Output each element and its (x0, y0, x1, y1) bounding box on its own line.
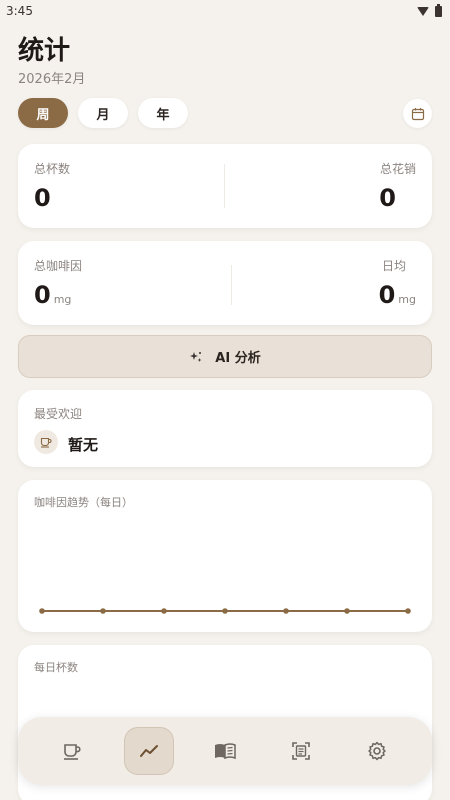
battery-icon (435, 3, 442, 17)
sparkle-icon (190, 351, 202, 362)
favorite-label: 最受欢迎 (34, 407, 83, 421)
coffee-cup-icon (64, 744, 81, 760)
caffeine-data-point (222, 608, 228, 614)
caffeine-trend-card: 咖啡因趋势（每日） (18, 480, 432, 632)
wifi-icon (417, 6, 429, 16)
period-tabs: 周 月 年 (18, 98, 188, 128)
nav-coffee[interactable] (47, 727, 97, 775)
coffee-cup-icon (34, 430, 58, 454)
nav-book[interactable] (200, 727, 250, 775)
daily-average-unit: mg (398, 293, 416, 306)
status-time: 3:45 (6, 4, 33, 18)
daily-average-value: 0 mg (379, 281, 416, 309)
total-caffeine-unit: mg (53, 293, 72, 306)
tab-month[interactable]: 月 (78, 98, 128, 128)
page-title: 统计 (18, 36, 71, 66)
caffeine-data-point (39, 608, 45, 614)
total-caffeine-number: 0 (34, 281, 51, 309)
total-caffeine-label: 总咖啡因 (34, 259, 83, 273)
status-icons (417, 3, 442, 17)
calendar-button[interactable] (403, 99, 432, 128)
daily-average-label: 日均 (381, 259, 406, 273)
trend-chart-icon (140, 745, 158, 757)
nav-stats[interactable] (124, 727, 174, 775)
total-spend-label: 总花销 (379, 162, 416, 176)
caffeine-trend-chart (39, 608, 411, 614)
favorite-card: 最受欢迎 暂无 (18, 390, 432, 467)
ai-analysis-button[interactable]: AI 分析 (18, 335, 432, 378)
favorite-value: 暂无 (68, 436, 99, 454)
tab-week[interactable]: 周 (18, 98, 68, 128)
status-bar: 3:45 (0, 0, 450, 22)
tab-year[interactable]: 年 (138, 98, 188, 128)
caffeine-card: 总咖啡因 0 mg 日均 0 mg (18, 241, 432, 325)
nav-settings[interactable] (352, 727, 402, 775)
scan-icon (292, 742, 310, 760)
divider (231, 265, 232, 305)
page-subtitle: 2026年2月 (18, 72, 86, 87)
summary-card: 总杯数 0 总花销 0 (18, 144, 432, 228)
bottom-nav (18, 717, 432, 785)
caffeine-data-point (283, 608, 289, 614)
caffeine-data-point (405, 608, 411, 614)
ai-analysis-label: AI 分析 (215, 351, 261, 366)
divider (224, 164, 225, 208)
daily-average-number: 0 (378, 281, 396, 309)
caffeine-data-point (344, 608, 350, 614)
total-caffeine-value: 0 mg (34, 281, 71, 309)
gear-icon (368, 741, 386, 761)
book-icon (215, 743, 236, 760)
caffeine-data-point (161, 608, 167, 614)
caffeine-data-point (100, 608, 106, 614)
nav-scan[interactable] (276, 727, 326, 775)
daily-cups-title: 每日杯数 (34, 661, 78, 674)
total-spend-value: 0 (379, 184, 396, 212)
total-cups-value: 0 (34, 184, 51, 212)
calendar-icon (411, 107, 424, 120)
total-cups-label: 总杯数 (34, 162, 71, 176)
